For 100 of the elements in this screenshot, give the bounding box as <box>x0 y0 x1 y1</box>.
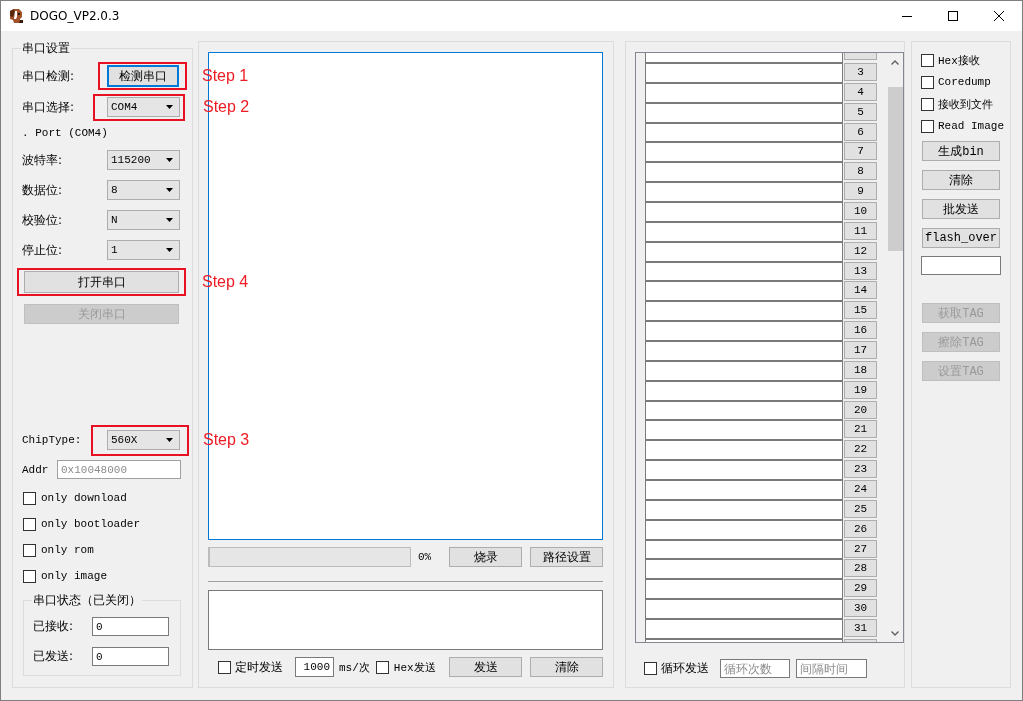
text-field[interactable] <box>645 161 843 182</box>
interval-field[interactable]: 1000 <box>295 657 334 677</box>
number-button[interactable]: 19 <box>844 380 877 399</box>
number-button[interactable]: 4 <box>844 82 877 101</box>
text-field[interactable] <box>645 399 843 420</box>
number-button[interactable]: 30 <box>844 599 877 618</box>
text-field[interactable] <box>645 81 843 102</box>
number-button[interactable]: 27 <box>844 539 877 558</box>
send-action-button[interactable]: 发送 <box>449 657 522 677</box>
counter-field[interactable]: 0 <box>92 617 169 636</box>
text-field[interactable] <box>645 459 843 480</box>
action-button[interactable]: flash_over <box>922 228 1000 248</box>
loop-count-field[interactable]: 循环次数 <box>720 659 790 678</box>
number-button[interactable]: 17 <box>844 340 877 359</box>
text-field[interactable] <box>645 101 843 122</box>
dropdown[interactable]: COM4 <box>107 97 180 117</box>
address-field[interactable]: 0x10048000 <box>57 460 181 479</box>
counter-field[interactable]: 0 <box>92 647 169 666</box>
number-button[interactable]: 24 <box>844 479 877 498</box>
number-button[interactable]: 6 <box>844 122 877 141</box>
text-field[interactable] <box>645 618 843 638</box>
action-button[interactable]: 生成bin <box>922 141 1000 161</box>
checkbox[interactable] <box>23 543 36 557</box>
number-button[interactable]: 9 <box>844 182 877 201</box>
text-field[interactable] <box>645 637 843 642</box>
text-field[interactable] <box>645 479 843 499</box>
text-field[interactable] <box>645 220 843 241</box>
number-button[interactable]: 14 <box>844 281 877 300</box>
number-button[interactable]: 7 <box>844 142 877 161</box>
text-field[interactable] <box>645 578 843 599</box>
dropdown[interactable]: 115200 <box>107 150 180 170</box>
text-field[interactable] <box>645 518 843 539</box>
flash-action-button[interactable]: 烧录 <box>449 547 522 567</box>
text-field[interactable] <box>645 598 843 619</box>
dropdown[interactable]: N <box>107 210 180 230</box>
number-button[interactable]: 16 <box>844 321 877 340</box>
loop-interval-field[interactable]: 间隔时间 <box>796 659 867 678</box>
text-field[interactable] <box>921 256 1001 275</box>
text-field[interactable] <box>645 201 843 221</box>
checkbox[interactable] <box>23 517 36 531</box>
checkbox[interactable] <box>23 569 36 583</box>
number-button[interactable]: 10 <box>844 201 877 220</box>
flash-action-button[interactable]: 路径设置 <box>530 547 603 567</box>
text-field[interactable] <box>645 320 843 341</box>
number-button[interactable]: 29 <box>844 579 877 598</box>
text-field[interactable] <box>645 558 843 579</box>
number-button[interactable]: 11 <box>844 221 877 240</box>
text-field[interactable] <box>645 498 843 519</box>
open-port-button[interactable]: 打开串口 <box>24 271 179 293</box>
text-field[interactable] <box>645 240 843 261</box>
text-field[interactable] <box>645 181 843 201</box>
text-field[interactable] <box>645 121 843 142</box>
number-button[interactable]: 23 <box>844 460 877 479</box>
send-action-button[interactable]: 清除 <box>530 657 603 677</box>
number-button[interactable]: 15 <box>844 301 877 320</box>
number-button[interactable]: 26 <box>844 519 877 538</box>
number-button[interactable]: 28 <box>844 559 877 578</box>
number-button[interactable]: 5 <box>844 102 877 121</box>
number-button[interactable]: 21 <box>844 420 877 439</box>
dropdown[interactable]: 8 <box>107 180 180 200</box>
text-field[interactable] <box>645 53 843 62</box>
number-button[interactable]: 18 <box>844 360 877 379</box>
dropdown[interactable]: 1 <box>107 240 180 260</box>
number-button[interactable]: 31 <box>844 619 877 637</box>
number-button[interactable]: 13 <box>844 261 877 280</box>
action-button[interactable]: 清除 <box>922 170 1000 190</box>
text-field[interactable] <box>645 538 843 559</box>
text-field[interactable] <box>645 419 843 440</box>
number-button[interactable]: 12 <box>844 241 877 260</box>
checkbox[interactable] <box>644 662 657 675</box>
text-field[interactable] <box>645 359 843 380</box>
dog-icon <box>8 8 24 24</box>
checkbox[interactable] <box>23 491 36 505</box>
checkbox[interactable] <box>921 119 934 133</box>
text-field[interactable] <box>645 260 843 281</box>
send-area[interactable] <box>208 590 603 650</box>
text-field[interactable] <box>645 62 843 82</box>
checkbox[interactable] <box>921 97 934 111</box>
text-field[interactable] <box>645 141 843 162</box>
scrollbar-thumb[interactable] <box>887 87 903 251</box>
scroll-up-icon[interactable] <box>891 60 899 65</box>
number-button[interactable]: 22 <box>844 440 877 459</box>
text-field[interactable] <box>645 379 843 400</box>
number-button[interactable]: 8 <box>844 162 877 181</box>
checkbox[interactable] <box>375 660 389 674</box>
scroll-down-icon[interactable] <box>891 631 899 636</box>
text-field[interactable] <box>645 280 843 301</box>
checkbox[interactable] <box>921 53 934 67</box>
checkbox[interactable] <box>218 660 231 674</box>
checkbox-label: Hex接收 <box>938 53 980 68</box>
number-button[interactable]: 3 <box>844 62 877 81</box>
number-button[interactable]: 25 <box>844 499 877 518</box>
number-button[interactable]: 20 <box>844 400 877 419</box>
text-field[interactable] <box>645 300 843 321</box>
dropdown[interactable]: 560X <box>107 430 180 450</box>
detect-port-button[interactable]: 检测串口 <box>107 65 179 87</box>
text-field[interactable] <box>645 340 843 360</box>
checkbox[interactable] <box>921 75 934 89</box>
text-field[interactable] <box>645 439 843 460</box>
action-button[interactable]: 批发送 <box>922 199 1000 219</box>
